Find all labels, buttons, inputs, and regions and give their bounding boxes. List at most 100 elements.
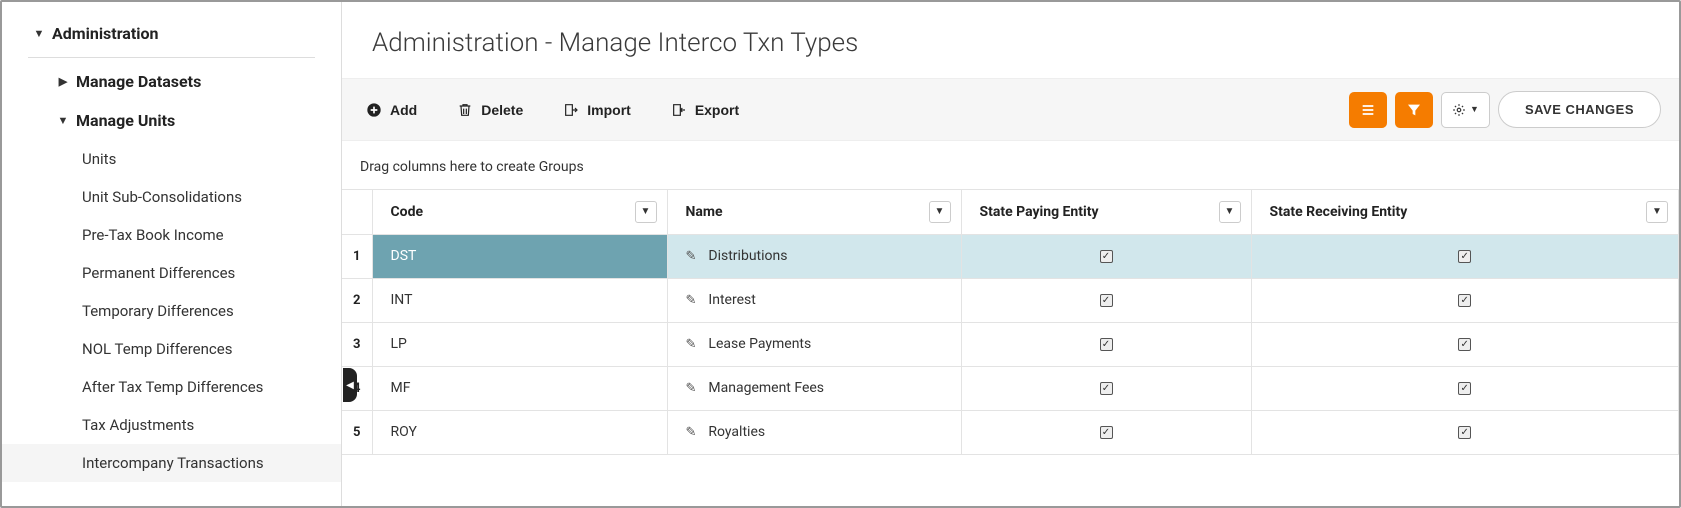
cell-sre[interactable]: ✓ xyxy=(1251,322,1679,366)
cell-sre[interactable]: ✓ xyxy=(1251,234,1679,278)
cell-name[interactable]: ✎Interest xyxy=(667,278,961,322)
cell-value: LP xyxy=(391,336,407,352)
cell-code[interactable]: DST xyxy=(372,234,667,278)
trash-icon xyxy=(457,102,473,118)
cell-sre[interactable]: ✓ xyxy=(1251,410,1679,454)
nav-tax-adjustments[interactable]: Tax Adjustments xyxy=(2,406,341,444)
cell-name[interactable]: ✎Management Fees xyxy=(667,366,961,410)
table-row[interactable]: 4MF✎Management Fees✓✓ xyxy=(342,366,1679,410)
col-menu-sre[interactable]: ▼ xyxy=(1646,201,1668,223)
checkbox-sre[interactable]: ✓ xyxy=(1458,338,1471,351)
nav-administration[interactable]: ▼ Administration xyxy=(2,14,341,53)
col-label: Code xyxy=(391,204,424,220)
nav-permanent-differences[interactable]: Permanent Differences xyxy=(2,254,341,292)
checkbox-sre[interactable]: ✓ xyxy=(1458,250,1471,263)
col-header-name[interactable]: Name ▼ xyxy=(667,190,961,234)
nav-after-tax-temp-differences[interactable]: After Tax Temp Differences xyxy=(2,368,341,406)
button-label: Export xyxy=(695,102,739,118)
col-menu-name[interactable]: ▼ xyxy=(929,201,951,223)
nav-units[interactable]: Units xyxy=(2,140,341,178)
cell-spe[interactable]: ✓ xyxy=(961,234,1251,278)
row-number[interactable]: 5 xyxy=(342,410,372,454)
cell-code[interactable]: MF xyxy=(372,366,667,410)
columns-button[interactable] xyxy=(1349,92,1387,128)
nav-nol-temp-differences[interactable]: NOL Temp Differences xyxy=(2,330,341,368)
nav-label: Unit Sub-Consolidations xyxy=(82,188,242,206)
gear-icon xyxy=(1452,103,1466,117)
sidebar-collapse-handle[interactable]: ◀ xyxy=(343,368,357,402)
cell-value: Lease Payments xyxy=(708,336,811,352)
list-icon xyxy=(1360,102,1376,118)
button-label: Add xyxy=(390,102,417,118)
checkbox-spe[interactable]: ✓ xyxy=(1100,250,1113,263)
cell-spe[interactable]: ✓ xyxy=(961,410,1251,454)
cell-name[interactable]: ✎Distributions xyxy=(667,234,961,278)
import-icon xyxy=(563,102,579,118)
checkbox-sre[interactable]: ✓ xyxy=(1458,426,1471,439)
checkbox-spe[interactable]: ✓ xyxy=(1100,426,1113,439)
cell-value: Royalties xyxy=(708,424,765,440)
nav-pre-tax-book-income[interactable]: Pre-Tax Book Income xyxy=(2,216,341,254)
nav-label: Manage Datasets xyxy=(76,72,201,91)
cell-name[interactable]: ✎Royalties xyxy=(667,410,961,454)
table-row[interactable]: 3 LP ✎Lease Payments ✓ ✓ xyxy=(342,322,1679,366)
nav-temporary-differences[interactable]: Temporary Differences xyxy=(2,292,341,330)
table-row[interactable]: 5 ROY ✎Royalties ✓ ✓ xyxy=(342,410,1679,454)
sidebar: ▼ Administration ▶ Manage Datasets ▼ Man… xyxy=(2,2,342,506)
nav-label: NOL Temp Differences xyxy=(82,340,232,358)
nav-intercompany-transactions[interactable]: Intercompany Transactions xyxy=(2,444,341,482)
save-changes-button[interactable]: SAVE CHANGES xyxy=(1498,91,1661,128)
cell-spe[interactable]: ✓ xyxy=(961,322,1251,366)
nav-label: Units xyxy=(82,150,116,168)
main-content: Administration - Manage Interco Txn Type… xyxy=(342,2,1679,506)
checkbox-spe[interactable]: ✓ xyxy=(1100,382,1113,395)
delete-button[interactable]: Delete xyxy=(451,98,529,122)
row-number[interactable]: 1 xyxy=(342,234,372,278)
cell-spe[interactable]: ✓ xyxy=(961,278,1251,322)
row-number[interactable]: 2 xyxy=(342,278,372,322)
group-drop-area[interactable]: Drag columns here to create Groups xyxy=(342,141,1679,189)
nav-label: After Tax Temp Differences xyxy=(82,378,263,396)
settings-dropdown[interactable]: ▼ xyxy=(1441,92,1490,128)
cell-sre[interactable]: ✓ xyxy=(1251,366,1679,410)
checkbox-spe[interactable]: ✓ xyxy=(1100,294,1113,307)
cell-value: ROY xyxy=(391,424,417,440)
cell-code[interactable]: ROY xyxy=(372,410,667,454)
checkbox-sre[interactable]: ✓ xyxy=(1458,382,1471,395)
checkbox-sre[interactable]: ✓ xyxy=(1458,294,1471,307)
col-menu-spe[interactable]: ▼ xyxy=(1219,201,1241,223)
cell-name[interactable]: ✎Lease Payments xyxy=(667,322,961,366)
cell-sre[interactable]: ✓ xyxy=(1251,278,1679,322)
nav-manage-datasets[interactable]: ▶ Manage Datasets xyxy=(2,62,341,101)
plus-circle-icon xyxy=(366,102,382,118)
import-button[interactable]: Import xyxy=(557,98,637,122)
group-hint: Drag columns here to create Groups xyxy=(360,159,584,175)
cell-value: MF xyxy=(391,380,411,396)
col-label: State Paying Entity xyxy=(980,204,1099,220)
table-row[interactable]: 2INT✎Interest ✓ ✓ xyxy=(342,278,1679,322)
nav-manage-units[interactable]: ▼ Manage Units xyxy=(2,101,341,140)
checkbox-spe[interactable]: ✓ xyxy=(1100,338,1113,351)
button-label: Import xyxy=(587,102,631,118)
cell-value: Management Fees xyxy=(708,380,824,396)
table-row[interactable]: 1DST✎Distributions ✓ ✓ xyxy=(342,234,1679,278)
cell-code[interactable]: INT xyxy=(372,278,667,322)
col-header-spe[interactable]: State Paying Entity ▼ xyxy=(961,190,1251,234)
button-label: Delete xyxy=(481,102,523,118)
col-menu-code[interactable]: ▼ xyxy=(635,201,657,223)
col-label: Name xyxy=(686,204,723,220)
nav-label: Manage Units xyxy=(76,111,175,130)
col-label: State Receiving Entity xyxy=(1270,204,1408,220)
row-number[interactable]: 3 xyxy=(342,322,372,366)
col-header-code[interactable]: Code ▼ xyxy=(372,190,667,234)
export-button[interactable]: Export xyxy=(665,98,745,122)
add-button[interactable]: Add xyxy=(360,98,423,122)
pencil-icon: ✎ xyxy=(686,293,697,308)
cell-spe[interactable]: ✓ xyxy=(961,366,1251,410)
col-header-sre[interactable]: State Receiving Entity ▼ xyxy=(1251,190,1679,234)
filter-button[interactable] xyxy=(1395,92,1433,128)
toolbar: Add Delete Import Export xyxy=(342,78,1679,141)
nav-unit-sub-consolidations[interactable]: Unit Sub-Consolidations xyxy=(2,178,341,216)
cell-code[interactable]: LP xyxy=(372,322,667,366)
nav-label: Administration xyxy=(52,24,159,43)
